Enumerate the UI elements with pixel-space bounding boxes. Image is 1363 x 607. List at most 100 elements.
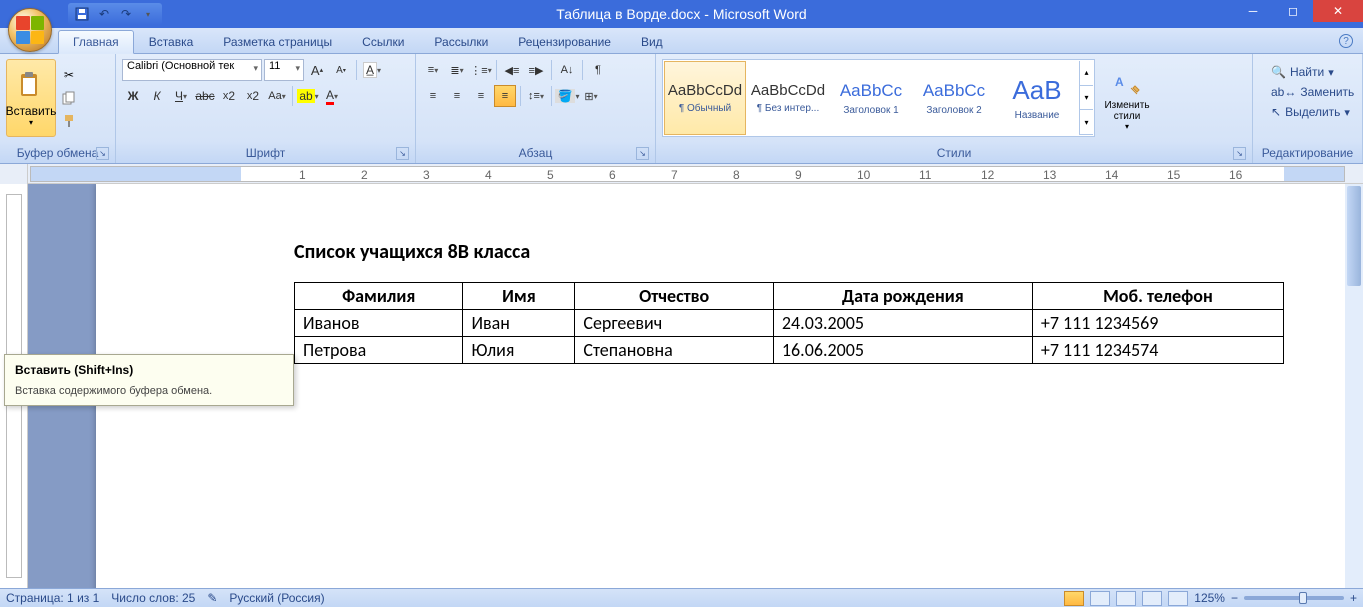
quick-access-toolbar: ↶ ↷ (68, 3, 162, 25)
view-print-layout[interactable] (1064, 591, 1084, 606)
para-launcher[interactable]: ↘ (636, 147, 649, 160)
clipboard-launcher[interactable]: ↘ (96, 147, 109, 160)
table-header[interactable]: Дата рождения (773, 283, 1032, 310)
multilevel-icon[interactable]: ⋮≡ (470, 59, 492, 81)
view-web[interactable] (1116, 591, 1136, 606)
paste-label: Вставить (6, 104, 57, 118)
styles-launcher[interactable]: ↘ (1233, 147, 1246, 160)
table-header[interactable]: Фамилия (295, 283, 463, 310)
vertical-scrollbar[interactable] (1345, 184, 1363, 588)
tab-Вставка[interactable]: Вставка (134, 30, 209, 53)
justify-icon[interactable]: ≡ (494, 85, 516, 107)
horizontal-ruler[interactable]: 3211234567891011121314151617 (30, 166, 1345, 182)
minimize-button[interactable]: ─ (1233, 0, 1273, 22)
shading-icon[interactable]: 🪣 (556, 85, 578, 107)
cut-icon[interactable]: ✂ (58, 64, 80, 86)
shrink-font-icon[interactable]: A▾ (330, 59, 352, 81)
strike-icon[interactable]: abc (194, 85, 216, 107)
copy-icon[interactable] (58, 87, 80, 109)
gallery-down-icon[interactable]: ▾ (1080, 86, 1093, 111)
format-painter-icon[interactable] (58, 110, 80, 132)
line-spacing-icon[interactable]: ↕≡ (525, 85, 547, 107)
view-draft[interactable] (1168, 591, 1188, 606)
font-size-select[interactable]: 11 (264, 59, 304, 81)
style-item[interactable]: AaBbCcDd¶ Без интер... (747, 61, 829, 135)
sort-icon[interactable]: A↓ (556, 59, 578, 81)
gallery-more-icon[interactable]: ▾ (1080, 110, 1093, 135)
maximize-button[interactable]: ◻ (1273, 0, 1313, 22)
style-item[interactable]: AaBbCcDd¶ Обычный (664, 61, 746, 135)
increase-indent-icon[interactable]: ≡▶ (525, 59, 547, 81)
tab-Главная[interactable]: Главная (58, 30, 134, 54)
align-center-icon[interactable]: ≡ (446, 85, 468, 107)
style-item[interactable]: AaBНазвание (996, 61, 1078, 135)
bullets-icon[interactable]: ≡ (422, 59, 444, 81)
redo-icon[interactable]: ↷ (118, 6, 134, 22)
change-styles-button[interactable]: A Изменить стили ▾ (1097, 59, 1157, 137)
style-item[interactable]: AaBbCcЗаголовок 2 (913, 61, 995, 135)
tab-Рассылки[interactable]: Рассылки (419, 30, 503, 53)
zoom-out-icon[interactable]: − (1231, 591, 1238, 605)
status-lang[interactable]: Русский (Россия) (229, 591, 324, 605)
help-icon[interactable]: ? (1339, 34, 1353, 48)
show-marks-icon[interactable]: ¶ (587, 59, 609, 81)
tab-Ссылки[interactable]: Ссылки (347, 30, 419, 53)
highlight-icon[interactable]: ab (297, 85, 319, 107)
clear-format-icon[interactable]: A̲ (361, 59, 383, 81)
numbering-icon[interactable]: ≣ (446, 59, 468, 81)
gallery-up-icon[interactable]: ▴ (1080, 61, 1093, 86)
doc-table[interactable]: ФамилияИмяОтчествоДата рожденияМоб. теле… (294, 282, 1284, 364)
styles-gallery[interactable]: AaBbCcDd¶ ОбычныйAaBbCcDd¶ Без интер...A… (662, 59, 1095, 137)
subscript-icon[interactable]: x2 (218, 85, 240, 107)
font-launcher[interactable]: ↘ (396, 147, 409, 160)
select-icon: ↖ (1271, 105, 1281, 119)
office-button[interactable] (8, 8, 52, 52)
view-full-screen[interactable] (1090, 591, 1110, 606)
table-header[interactable]: Отчество (575, 283, 774, 310)
align-right-icon[interactable]: ≡ (470, 85, 492, 107)
undo-icon[interactable]: ↶ (96, 6, 112, 22)
borders-icon[interactable]: ⊞ (580, 85, 602, 107)
grow-font-icon[interactable]: A▴ (306, 59, 328, 81)
tooltip-title: Вставить (Shift+Ins) (15, 363, 283, 377)
bold-icon[interactable]: Ж (122, 85, 144, 107)
select-button[interactable]: ↖Выделить ▾ (1267, 103, 1358, 121)
font-color-icon[interactable]: A (321, 85, 343, 107)
change-styles-label: Изменить стили (1100, 100, 1154, 122)
status-page[interactable]: Страница: 1 из 1 (6, 591, 99, 605)
paste-button[interactable]: Вставить ▾ (6, 59, 56, 137)
view-outline[interactable] (1142, 591, 1162, 606)
underline-icon[interactable]: Ч (170, 85, 192, 107)
font-name-select[interactable]: Calibri (Основной тек (122, 59, 262, 81)
style-item[interactable]: AaBbCcЗаголовок 1 (830, 61, 912, 135)
superscript-icon[interactable]: x2 (242, 85, 264, 107)
replace-icon: ab↔ (1271, 85, 1296, 99)
save-icon[interactable] (74, 6, 90, 22)
tab-Вид[interactable]: Вид (626, 30, 678, 53)
close-button[interactable]: ✕ (1313, 0, 1363, 22)
zoom-in-icon[interactable]: + (1350, 591, 1357, 605)
table-row[interactable]: ИвановИванСергеевич24.03.2005+7 111 1234… (295, 310, 1284, 337)
zoom-value[interactable]: 125% (1194, 591, 1225, 605)
find-button[interactable]: 🔍Найти ▾ (1267, 63, 1358, 81)
status-proofing-icon[interactable]: ✎ (207, 591, 217, 605)
change-case-icon[interactable]: Aa (266, 85, 288, 107)
group-label-editing: Редактирование (1262, 146, 1353, 160)
doc-heading[interactable]: Список учащихся 8В класса (294, 240, 1324, 264)
group-font: Calibri (Основной тек 11 A▴ A▾ A̲ Ж К Ч … (116, 54, 416, 163)
group-clipboard: Вставить ▾ ✂ Буфер обмена↘ (0, 54, 116, 163)
table-header[interactable]: Моб. телефон (1032, 283, 1283, 310)
align-left-icon[interactable]: ≡ (422, 85, 444, 107)
ribbon: Вставить ▾ ✂ Буфер обмена↘ Calibri (Осно… (0, 54, 1363, 164)
status-words[interactable]: Число слов: 25 (111, 591, 195, 605)
replace-button[interactable]: ab↔Заменить (1267, 83, 1358, 101)
qat-dropdown-icon[interactable] (140, 6, 156, 22)
table-row[interactable]: ПетроваЮлияСтепановна16.06.2005+7 111 12… (295, 337, 1284, 364)
decrease-indent-icon[interactable]: ◀≡ (501, 59, 523, 81)
window-title: Таблица в Ворде.docx - Microsoft Word (556, 6, 806, 22)
tab-Разметка страницы[interactable]: Разметка страницы (208, 30, 347, 53)
zoom-slider[interactable] (1244, 596, 1344, 600)
tab-Рецензирование[interactable]: Рецензирование (503, 30, 626, 53)
table-header[interactable]: Имя (463, 283, 575, 310)
italic-icon[interactable]: К (146, 85, 168, 107)
